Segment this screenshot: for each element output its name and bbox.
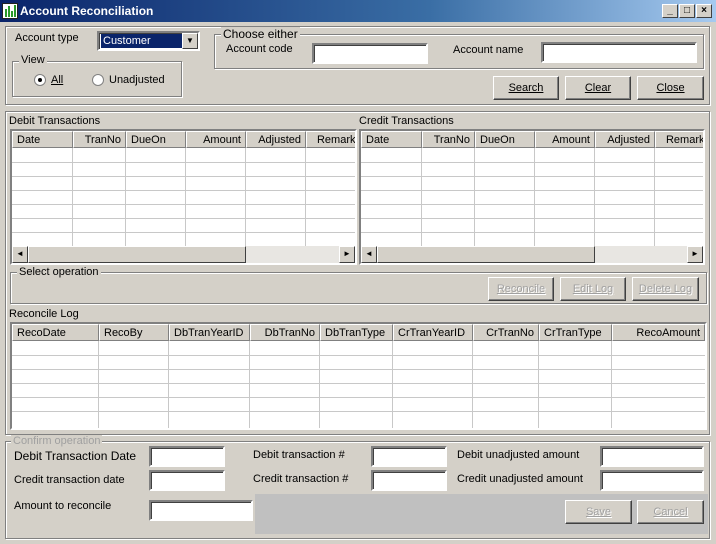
debit-grid-header: Date TranNo DueOn Amount Adjusted Remark… [12,131,355,148]
credit-col-amount[interactable]: Amount [535,131,595,148]
account-type-label: Account type [15,32,79,44]
credit-no-input[interactable] [371,470,447,491]
view-unadjusted-radio[interactable] [92,74,104,86]
save-button[interactable]: Save [565,500,632,524]
debit-scroll-thumb[interactable] [28,246,246,263]
choose-group-label: Choose either [221,27,300,41]
debit-title: Debit Transactions [9,115,101,127]
delete-log-button-label: Delete Log [638,283,693,295]
operation-group-label: Select operation [17,266,101,278]
account-name-input[interactable] [541,42,697,63]
reconcile-button[interactable]: Reconcile [488,277,554,301]
save-button-label: Save [585,506,612,518]
log-col-dbtranyearid[interactable]: DbTranYearID [169,324,250,341]
chevron-down-icon[interactable]: ▼ [182,33,198,49]
credit-col-tranno[interactable]: TranNo [422,131,475,148]
view-group-label: View [19,54,47,66]
log-col-recoamount[interactable]: RecoAmount [612,324,705,341]
scroll-left-icon[interactable]: ◄ [12,246,28,263]
debit-grid[interactable]: Date TranNo DueOn Amount Adjusted Remark… [10,129,357,265]
log-col-crtranyearid[interactable]: CrTranYearID [393,324,473,341]
debit-unadj-input[interactable] [600,446,704,467]
reconcile-button-label: Reconcile [496,283,546,295]
maximize-button[interactable]: □ [679,4,695,18]
debit-unadj-label: Debit unadjusted amount [457,449,580,461]
debit-date-input[interactable] [149,446,225,467]
log-col-crtranno[interactable]: CrTranNo [473,324,539,341]
credit-col-remarks[interactable]: Remarks [655,131,703,148]
credit-grid-header: Date TranNo DueOn Amount Adjusted Remark… [361,131,703,148]
amount-input[interactable] [149,500,253,521]
search-button-label: Search [508,82,544,94]
credit-date-label: Credit transaction date [14,474,125,486]
credit-hscrollbar[interactable]: ◄ ► [361,246,703,263]
credit-col-date[interactable]: Date [361,131,422,148]
log-col-dbtranno[interactable]: DbTranNo [250,324,320,341]
scroll-right-icon[interactable]: ► [687,246,703,263]
log-grid-rows [12,341,705,428]
credit-grid[interactable]: Date TranNo DueOn Amount Adjusted Remark… [359,129,705,265]
log-col-recoby[interactable]: RecoBy [99,324,169,341]
account-name-label: Account name [453,44,524,56]
cancel-button-label: Cancel [653,506,688,518]
title-bar: Account Reconciliation _ □ × [0,0,716,22]
log-grid[interactable]: RecoDate RecoBy DbTranYearID DbTranNo Db… [10,322,707,430]
credit-grid-rows [361,148,703,246]
view-all-label[interactable]: All [51,74,63,86]
debit-col-date[interactable]: Date [12,131,73,148]
search-button[interactable]: Search [493,76,559,100]
account-type-select[interactable]: Customer ▼ [97,31,200,51]
credit-unadj-label: Credit unadjusted amount [457,473,583,485]
close-window-button[interactable]: × [696,4,712,18]
credit-date-input[interactable] [149,470,225,491]
debit-date-label: Debit Transaction Date [14,449,137,463]
debit-hscrollbar[interactable]: ◄ ► [12,246,355,263]
clear-button[interactable]: Clear [565,76,631,100]
debit-col-amount[interactable]: Amount [186,131,246,148]
log-col-dbtrantype[interactable]: DbTranType [320,324,393,341]
log-col-crtrantype[interactable]: CrTranType [539,324,612,341]
amount-label: Amount to reconcile [14,500,112,512]
view-unadjusted-label[interactable]: Unadjusted [109,74,165,86]
window-title: Account Reconciliation [20,4,154,18]
account-code-input[interactable] [312,43,428,64]
credit-title: Credit Transactions [359,115,454,127]
close-button-label: Close [656,82,685,94]
credit-scroll-thumb[interactable] [377,246,595,263]
delete-log-button[interactable]: Delete Log [632,277,699,301]
scroll-right-icon[interactable]: ► [339,246,355,263]
credit-col-adjusted[interactable]: Adjusted [595,131,655,148]
log-title: Reconcile Log [9,308,79,320]
edit-log-button[interactable]: Edit Log [560,277,626,301]
minimize-button[interactable]: _ [662,4,678,18]
credit-unadj-input[interactable] [600,470,704,491]
debit-grid-rows [12,148,355,246]
debit-no-label: Debit transaction # [253,449,345,461]
cancel-button[interactable]: Cancel [637,500,704,524]
close-button[interactable]: Close [637,76,704,100]
scroll-left-icon[interactable]: ◄ [361,246,377,263]
credit-col-dueon[interactable]: DueOn [475,131,535,148]
confirm-group-label: Confirm operation [11,435,103,447]
credit-no-label: Credit transaction # [253,473,349,485]
log-grid-header: RecoDate RecoBy DbTranYearID DbTranNo Db… [12,324,705,341]
view-all-radio[interactable] [34,74,46,86]
log-col-recodate[interactable]: RecoDate [12,324,99,341]
debit-col-remarks[interactable]: Remarks [306,131,355,148]
edit-log-button-label: Edit Log [572,283,614,295]
clear-button-label: Clear [584,82,612,94]
account-code-label: Account code [226,43,293,55]
debit-col-tranno[interactable]: TranNo [73,131,126,148]
account-type-value: Customer [101,34,183,48]
debit-col-dueon[interactable]: DueOn [126,131,186,148]
app-icon [2,3,18,19]
debit-no-input[interactable] [371,446,447,467]
debit-col-adjusted[interactable]: Adjusted [246,131,306,148]
